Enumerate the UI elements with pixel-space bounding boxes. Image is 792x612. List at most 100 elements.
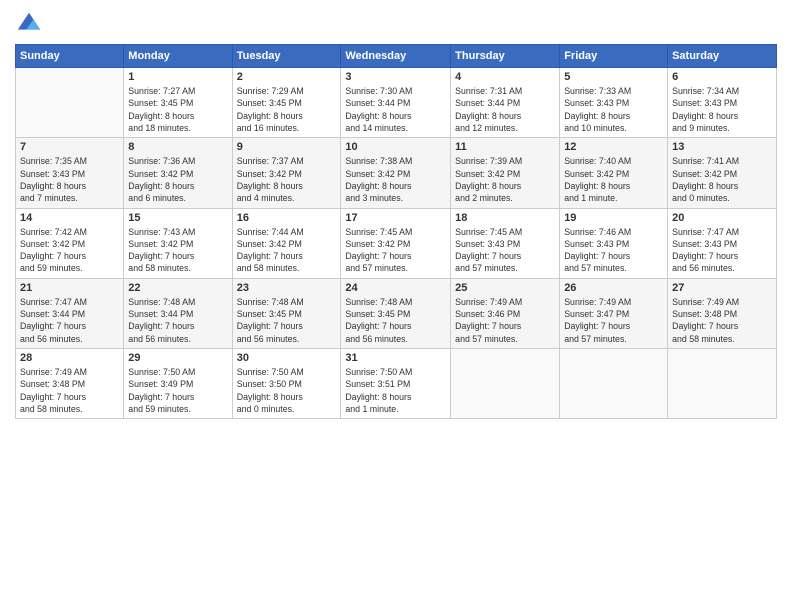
day-number: 14: [20, 212, 119, 224]
day-number: 24: [345, 282, 446, 294]
day-info: Sunrise: 7:47 AMSunset: 3:44 PMDaylight:…: [20, 296, 119, 345]
header-cell-sunday: Sunday: [16, 45, 124, 68]
week-row-3: 14 Sunrise: 7:42 AMSunset: 3:42 PMDayligh…: [16, 208, 777, 278]
day-cell: 19Sunrise: 7:46 AMSunset: 3:43 PMDayligh…: [560, 208, 668, 278]
day-cell: [16, 68, 124, 138]
day-info: Sunrise: 7:50 AMSunset: 3:49 PMDaylight:…: [128, 366, 227, 415]
day-number: 31: [345, 352, 446, 364]
day-cell: 8 Sunrise: 7:36 AMSunset: 3:42 PMDaylight…: [124, 138, 232, 208]
day-number: 26: [564, 282, 663, 294]
day-cell: 17 Sunrise: 7:45 AMSunset: 3:42 PMDayligh…: [341, 208, 451, 278]
day-cell: 31 Sunrise: 7:50 AMSunset: 3:51 PMDayligh…: [341, 349, 451, 419]
day-cell: 7 Sunrise: 7:35 AMSunset: 3:43 PMDaylight…: [16, 138, 124, 208]
day-number: 13: [672, 141, 772, 153]
header-cell-monday: Monday: [124, 45, 232, 68]
day-info: Sunrise: 7:49 AMSunset: 3:48 PMDaylight:…: [20, 366, 119, 415]
day-info: Sunrise: 7:27 AMSunset: 3:45 PMDaylight:…: [128, 85, 227, 134]
day-info: Sunrise: 7:44 AMSunset: 3:42 PMDaylight:…: [237, 226, 337, 275]
logo: [15, 10, 47, 38]
day-number: 17: [345, 212, 446, 224]
day-cell: 26 Sunrise: 7:49 AMSunset: 3:47 PMDayligh…: [560, 278, 668, 348]
day-info: Sunrise: 7:30 AMSunset: 3:44 PMDaylight:…: [345, 85, 446, 134]
page: SundayMondayTuesdayWednesdayThursdayFrid…: [0, 0, 792, 612]
day-cell: 12 Sunrise: 7:40 AMSunset: 3:42 PMDayligh…: [560, 138, 668, 208]
day-info: Sunrise: 7:45 AMSunset: 3:43 PMDaylight:…: [455, 226, 555, 275]
day-number: 29: [128, 352, 227, 364]
header-cell-tuesday: Tuesday: [232, 45, 341, 68]
day-cell: [668, 349, 777, 419]
day-info: Sunrise: 7:48 AMSunset: 3:44 PMDaylight:…: [128, 296, 227, 345]
day-cell: 23Sunrise: 7:48 AMSunset: 3:45 PMDayligh…: [232, 278, 341, 348]
day-info: Sunrise: 7:48 AMSunset: 3:45 PMDaylight:…: [345, 296, 446, 345]
day-info: Sunrise: 7:36 AMSunset: 3:42 PMDaylight:…: [128, 155, 227, 204]
day-info: Sunrise: 7:50 AMSunset: 3:51 PMDaylight:…: [345, 366, 446, 415]
day-info: Sunrise: 7:49 AMSunset: 3:46 PMDaylight:…: [455, 296, 555, 345]
day-cell: 14 Sunrise: 7:42 AMSunset: 3:42 PMDayligh…: [16, 208, 124, 278]
day-info: Sunrise: 7:49 AMSunset: 3:48 PMDaylight:…: [672, 296, 772, 345]
day-number: 4: [455, 71, 555, 83]
day-cell: 9 Sunrise: 7:37 AMSunset: 3:42 PMDaylight…: [232, 138, 341, 208]
logo-icon: [15, 10, 43, 38]
day-info: Sunrise: 7:35 AMSunset: 3:43 PMDaylight:…: [20, 155, 119, 204]
day-info: Sunrise: 7:49 AMSunset: 3:47 PMDaylight:…: [564, 296, 663, 345]
day-number: 15: [128, 212, 227, 224]
day-info: Sunrise: 7:34 AMSunset: 3:43 PMDaylight:…: [672, 85, 772, 134]
day-cell: 27 Sunrise: 7:49 AMSunset: 3:48 PMDayligh…: [668, 278, 777, 348]
day-cell: 1 Sunrise: 7:27 AMSunset: 3:45 PMDaylight…: [124, 68, 232, 138]
day-cell: 30 Sunrise: 7:50 AMSunset: 3:50 PMDayligh…: [232, 349, 341, 419]
header-cell-friday: Friday: [560, 45, 668, 68]
day-number: 21: [20, 282, 119, 294]
day-info: Sunrise: 7:29 AMSunset: 3:45 PMDaylight:…: [237, 85, 337, 134]
day-cell: 24 Sunrise: 7:48 AMSunset: 3:45 PMDayligh…: [341, 278, 451, 348]
day-number: 8: [128, 141, 227, 153]
day-cell: 13 Sunrise: 7:41 AMSunset: 3:42 PMDayligh…: [668, 138, 777, 208]
day-number: 2: [237, 71, 337, 83]
day-cell: 15 Sunrise: 7:43 AMSunset: 3:42 PMDayligh…: [124, 208, 232, 278]
day-cell: 25 Sunrise: 7:49 AMSunset: 3:46 PMDayligh…: [451, 278, 560, 348]
week-row-4: 21 Sunrise: 7:47 AMSunset: 3:44 PMDayligh…: [16, 278, 777, 348]
day-cell: [451, 349, 560, 419]
day-info: Sunrise: 7:47 AMSunset: 3:43 PMDaylight:…: [672, 226, 772, 275]
header-cell-saturday: Saturday: [668, 45, 777, 68]
day-number: 10: [345, 141, 446, 153]
header-cell-thursday: Thursday: [451, 45, 560, 68]
day-cell: 10 Sunrise: 7:38 AMSunset: 3:42 PMDayligh…: [341, 138, 451, 208]
day-number: 11: [455, 141, 555, 153]
day-cell: 28Sunrise: 7:49 AMSunset: 3:48 PMDayligh…: [16, 349, 124, 419]
day-number: 20: [672, 212, 772, 224]
calendar-table: SundayMondayTuesdayWednesdayThursdayFrid…: [15, 44, 777, 419]
day-info: Sunrise: 7:40 AMSunset: 3:42 PMDaylight:…: [564, 155, 663, 204]
day-cell: 22Sunrise: 7:48 AMSunset: 3:44 PMDayligh…: [124, 278, 232, 348]
day-number: 9: [237, 141, 337, 153]
day-info: Sunrise: 7:37 AMSunset: 3:42 PMDaylight:…: [237, 155, 337, 204]
day-info: Sunrise: 7:38 AMSunset: 3:42 PMDaylight:…: [345, 155, 446, 204]
day-number: 3: [345, 71, 446, 83]
day-cell: 11 Sunrise: 7:39 AMSunset: 3:42 PMDayligh…: [451, 138, 560, 208]
day-number: 30: [237, 352, 337, 364]
day-number: 7: [20, 141, 119, 153]
header-cell-wednesday: Wednesday: [341, 45, 451, 68]
day-cell: 6Sunrise: 7:34 AMSunset: 3:43 PMDaylight…: [668, 68, 777, 138]
day-number: 19: [564, 212, 663, 224]
day-number: 12: [564, 141, 663, 153]
week-row-2: 7 Sunrise: 7:35 AMSunset: 3:43 PMDaylight…: [16, 138, 777, 208]
day-info: Sunrise: 7:33 AMSunset: 3:43 PMDaylight:…: [564, 85, 663, 134]
day-number: 1: [128, 71, 227, 83]
day-cell: 16Sunrise: 7:44 AMSunset: 3:42 PMDayligh…: [232, 208, 341, 278]
day-cell: 4Sunrise: 7:31 AMSunset: 3:44 PMDaylight…: [451, 68, 560, 138]
day-info: Sunrise: 7:39 AMSunset: 3:42 PMDaylight:…: [455, 155, 555, 204]
day-number: 5: [564, 71, 663, 83]
calendar-header: SundayMondayTuesdayWednesdayThursdayFrid…: [16, 45, 777, 68]
day-info: Sunrise: 7:48 AMSunset: 3:45 PMDaylight:…: [237, 296, 337, 345]
day-info: Sunrise: 7:45 AMSunset: 3:42 PMDaylight:…: [345, 226, 446, 275]
day-number: 25: [455, 282, 555, 294]
day-info: Sunrise: 7:43 AMSunset: 3:42 PMDaylight:…: [128, 226, 227, 275]
day-info: Sunrise: 7:41 AMSunset: 3:42 PMDaylight:…: [672, 155, 772, 204]
day-number: 27: [672, 282, 772, 294]
day-info: Sunrise: 7:42 AMSunset: 3:42 PMDaylight:…: [20, 226, 119, 275]
day-cell: 3 Sunrise: 7:30 AMSunset: 3:44 PMDaylight…: [341, 68, 451, 138]
day-info: Sunrise: 7:50 AMSunset: 3:50 PMDaylight:…: [237, 366, 337, 415]
day-cell: 5 Sunrise: 7:33 AMSunset: 3:43 PMDaylight…: [560, 68, 668, 138]
day-cell: 18Sunrise: 7:45 AMSunset: 3:43 PMDayligh…: [451, 208, 560, 278]
day-cell: 29 Sunrise: 7:50 AMSunset: 3:49 PMDayligh…: [124, 349, 232, 419]
